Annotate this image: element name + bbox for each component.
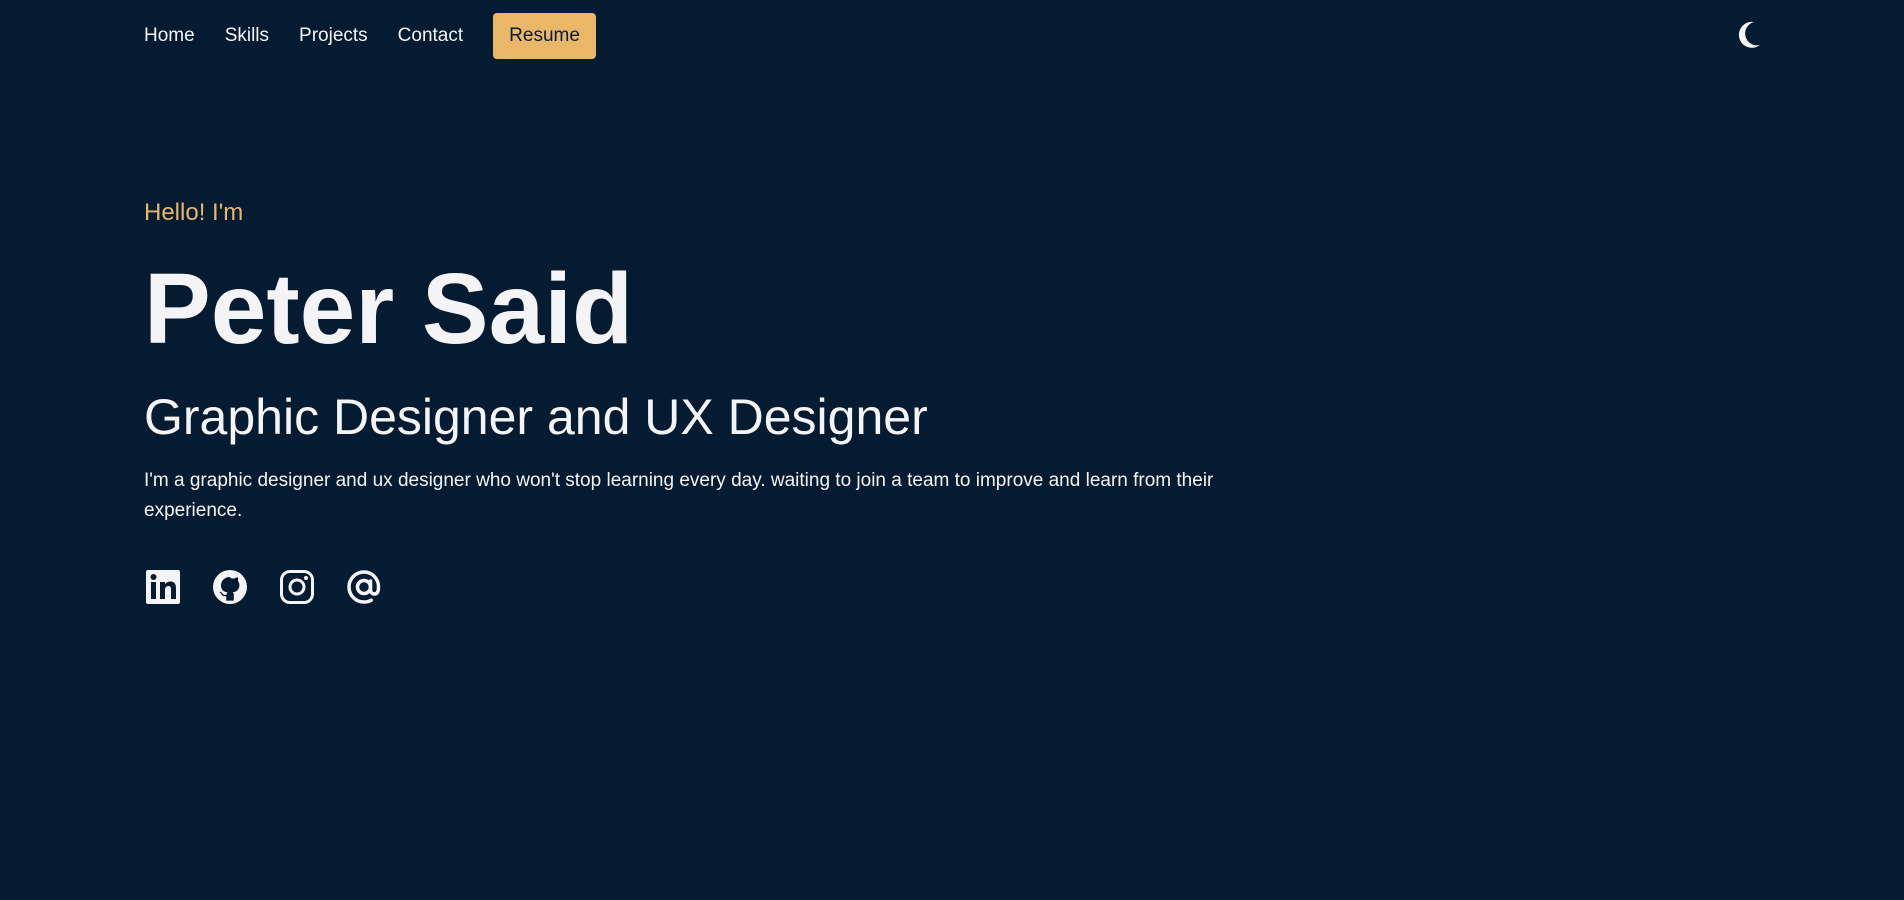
social-links <box>144 568 1284 606</box>
nav-link-projects[interactable]: Projects <box>299 13 368 59</box>
instagram-link[interactable] <box>278 568 316 606</box>
hero-bio: I'm a graphic designer and ux designer w… <box>144 470 1214 521</box>
linkedin-link[interactable] <box>144 568 182 606</box>
instagram-icon <box>280 570 314 604</box>
nav-link-home[interactable]: Home <box>144 13 195 59</box>
moon-icon <box>1738 21 1760 48</box>
theme-toggle-button[interactable] <box>1734 19 1762 51</box>
nav-link-contact[interactable]: Contact <box>398 13 463 59</box>
hero-name: Peter Said <box>144 253 634 365</box>
resume-button[interactable]: Resume <box>493 13 596 59</box>
hero-greeting: Hello! I'm <box>144 199 244 226</box>
hero-section: Hello! I'm Peter Said Graphic Designer a… <box>144 196 1284 606</box>
email-at-icon <box>347 570 381 604</box>
github-icon <box>213 570 247 604</box>
hero-role: Graphic Designer and UX Designer <box>144 389 928 445</box>
top-navbar: Home Skills Projects Contact Resume <box>144 13 596 59</box>
github-link[interactable] <box>211 568 249 606</box>
portfolio-page: Home Skills Projects Contact Resume Hell… <box>0 0 1904 900</box>
linkedin-icon <box>146 570 180 604</box>
nav-link-skills[interactable]: Skills <box>225 13 269 59</box>
email-link[interactable] <box>345 568 383 606</box>
